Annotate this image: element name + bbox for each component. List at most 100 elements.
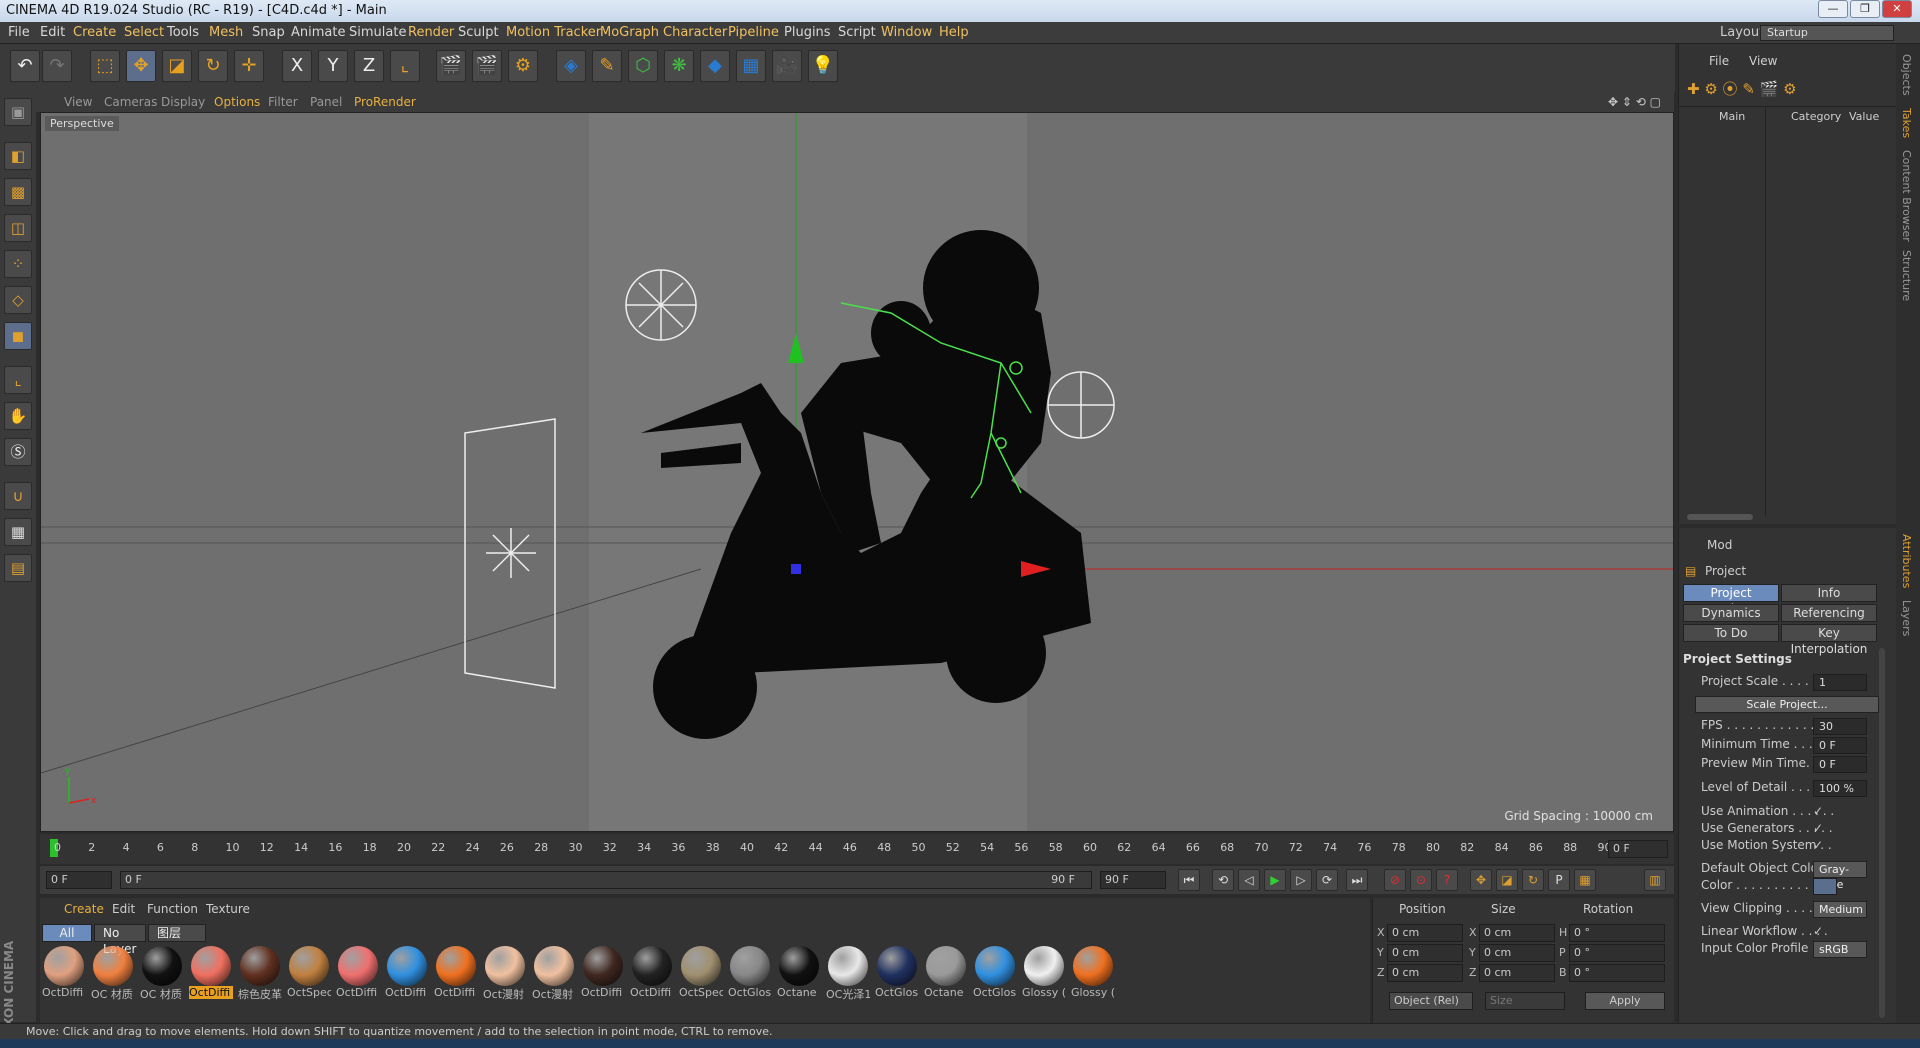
viewport-menu-options[interactable]: Options [214, 95, 260, 109]
material-swatch[interactable]: 棕色皮革 [238, 946, 282, 1006]
viewport-menu-display[interactable]: Display [161, 95, 205, 109]
object-menu-file[interactable]: File [1709, 54, 1729, 68]
tab-referencing[interactable]: Referencing [1781, 604, 1877, 622]
material-swatch[interactable]: Oct漫射 [532, 946, 576, 1006]
menu-script[interactable]: Script [838, 25, 876, 40]
rotate-tool-icon[interactable]: ↻ [198, 50, 228, 82]
texture-mode-icon[interactable]: ▩ [4, 178, 32, 206]
material-tab-all[interactable]: All [42, 924, 92, 942]
record-active-icon[interactable]: ⊘ [1384, 869, 1406, 891]
coord-rotation-field[interactable]: 0 ° [1569, 964, 1665, 982]
render-settings-icon[interactable]: ⚙ [508, 50, 538, 82]
edges-mode-icon[interactable]: ◇ [4, 286, 32, 314]
object-scrollbar[interactable] [1687, 514, 1753, 520]
minimize-button[interactable]: — [1818, 0, 1848, 18]
object-menu-view[interactable]: View [1749, 54, 1777, 68]
current-frame-field[interactable]: 0 F [1608, 840, 1668, 858]
attribute-value[interactable]: 0 F [1813, 737, 1867, 754]
render-picture-viewer-icon[interactable]: 🎬 [472, 50, 502, 82]
camera-icon[interactable]: 🎥 [772, 50, 802, 82]
attribute-value[interactable]: ✓ [1813, 838, 1823, 852]
attribute-value[interactable]: sRGB [1813, 941, 1867, 958]
next-key-icon[interactable]: ⟳ [1316, 869, 1338, 891]
material-menu-function[interactable]: Function [147, 902, 198, 916]
attribute-value[interactable]: Medium [1813, 901, 1867, 918]
menu-edit[interactable]: Edit [40, 25, 65, 40]
material-swatch[interactable]: OctGlos [875, 946, 919, 1006]
attribute-value[interactable]: 1 [1813, 674, 1867, 691]
attribute-value[interactable]: ✓ [1813, 924, 1823, 938]
material-swatch[interactable]: OctGlos [728, 946, 772, 1006]
tweak-mode-icon[interactable]: ✋ [4, 402, 32, 430]
menu-animate[interactable]: Animate [291, 25, 345, 40]
menu-snap[interactable]: Snap [252, 25, 285, 40]
frame-range-slider[interactable]: 0 F 90 F [120, 871, 1092, 889]
viewport-perspective[interactable]: y x Perspective Grid Spacing : 10000 cm [40, 112, 1674, 832]
menu-tools[interactable]: Tools [167, 25, 199, 40]
material-swatch[interactable]: OctDiffi [581, 946, 625, 1006]
side-tab-content-browser[interactable]: Content Browser [1900, 150, 1913, 242]
apply-button[interactable]: Apply [1585, 992, 1665, 1010]
material-menu-create[interactable]: Create [64, 902, 104, 916]
material-swatch[interactable]: Octane [777, 946, 821, 1006]
attribute-value[interactable]: Gray-Blue [1813, 861, 1867, 891]
coord-size-field[interactable]: 0 cm [1479, 964, 1555, 982]
tab-key-interpolation[interactable]: Key Interpolation [1781, 624, 1877, 656]
viewport-menu-filter[interactable]: Filter [268, 95, 298, 109]
model-mode-icon[interactable]: ◧ [4, 142, 32, 170]
maximize-button[interactable]: ❐ [1850, 0, 1880, 18]
coord-rotation-field[interactable]: 0 ° [1569, 924, 1665, 942]
y-axis-lock-icon[interactable]: Y [318, 50, 348, 82]
tab-info[interactable]: Info [1781, 584, 1877, 602]
floor-icon[interactable]: ▦ [736, 50, 766, 82]
tab-dynamics[interactable]: Dynamics [1683, 604, 1779, 622]
viewport-nav-icons[interactable]: ✥ ⇕ ⟲ ▢ [1608, 95, 1661, 109]
goto-end-icon[interactable]: ⏭ [1346, 869, 1368, 891]
recent-tool-icon[interactable]: ✛ [234, 50, 264, 82]
menu-create[interactable]: Create [73, 25, 116, 40]
viewport-menu-panel[interactable]: Panel [310, 95, 342, 109]
coord-position-field[interactable]: 0 cm [1387, 964, 1463, 982]
material-swatch[interactable]: OctSpec [679, 946, 723, 1006]
menu-mesh[interactable]: Mesh [209, 25, 243, 40]
make-editable-icon[interactable]: ▣ [4, 98, 32, 126]
material-menu-edit[interactable]: Edit [112, 902, 135, 916]
next-frame-icon[interactable]: ▷ [1290, 869, 1312, 891]
z-axis-lock-icon[interactable]: Z [354, 50, 384, 82]
coord-size-field[interactable]: 0 cm [1479, 944, 1555, 962]
key-scale-icon[interactable]: ◪ [1496, 869, 1518, 891]
material-swatch[interactable]: OC 材质 [140, 946, 184, 1006]
material-swatch[interactable]: OctDiffi [336, 946, 380, 1006]
key-position-icon[interactable]: ✥ [1470, 869, 1492, 891]
material-tab-layer[interactable]: 图层 [148, 924, 206, 942]
attribute-value[interactable]: 30 [1813, 718, 1867, 735]
side-tab-structure[interactable]: Structure [1900, 250, 1913, 301]
menu-mograph[interactable]: MoGraph [600, 25, 659, 40]
attribute-value[interactable]: 0 F [1813, 756, 1867, 773]
coord-position-field[interactable]: 0 cm [1387, 924, 1463, 942]
object-toolbar-icons[interactable]: ✚ ⚙ ⦿ ✎ 🎬 ⚙ [1687, 78, 1887, 100]
side-tab-takes[interactable]: Takes [1900, 108, 1913, 138]
layout-select[interactable]: Startup [1760, 25, 1894, 41]
goto-start-icon[interactable]: ⏮ [1178, 869, 1200, 891]
workplane-lock-icon[interactable]: ▦ [4, 518, 32, 546]
coordinate-system-icon[interactable]: ⌞ [390, 50, 420, 82]
material-swatch[interactable]: Oct漫射 [483, 946, 527, 1006]
side-tab-attributes[interactable]: Attributes [1900, 534, 1913, 588]
subdivision-surface-icon[interactable]: ⬡ [628, 50, 658, 82]
end-frame-field[interactable]: 90 F [1100, 871, 1166, 889]
attribute-mode-menu[interactable]: Mod [1707, 538, 1732, 552]
prev-key-icon[interactable]: ⟲ [1212, 869, 1234, 891]
menu-motion-tracker[interactable]: Motion Tracker [506, 25, 601, 40]
material-menu-texture[interactable]: Texture [206, 902, 250, 916]
move-tool-icon[interactable]: ✥ [126, 50, 156, 82]
menu-character[interactable]: Character [663, 25, 727, 40]
polygons-mode-icon[interactable]: ◼ [4, 322, 32, 350]
side-tab-layers[interactable]: Layers [1900, 600, 1913, 636]
autokey-icon[interactable]: ⊙ [1410, 869, 1432, 891]
timeline-window-icon[interactable]: ▥ [1644, 869, 1666, 891]
material-swatch[interactable]: OctDiffi [42, 946, 86, 1006]
prev-frame-icon[interactable]: ◁ [1238, 869, 1260, 891]
attribute-value[interactable]: ✓ [1813, 821, 1823, 835]
scale-project-button[interactable]: Scale Project... [1695, 696, 1879, 713]
